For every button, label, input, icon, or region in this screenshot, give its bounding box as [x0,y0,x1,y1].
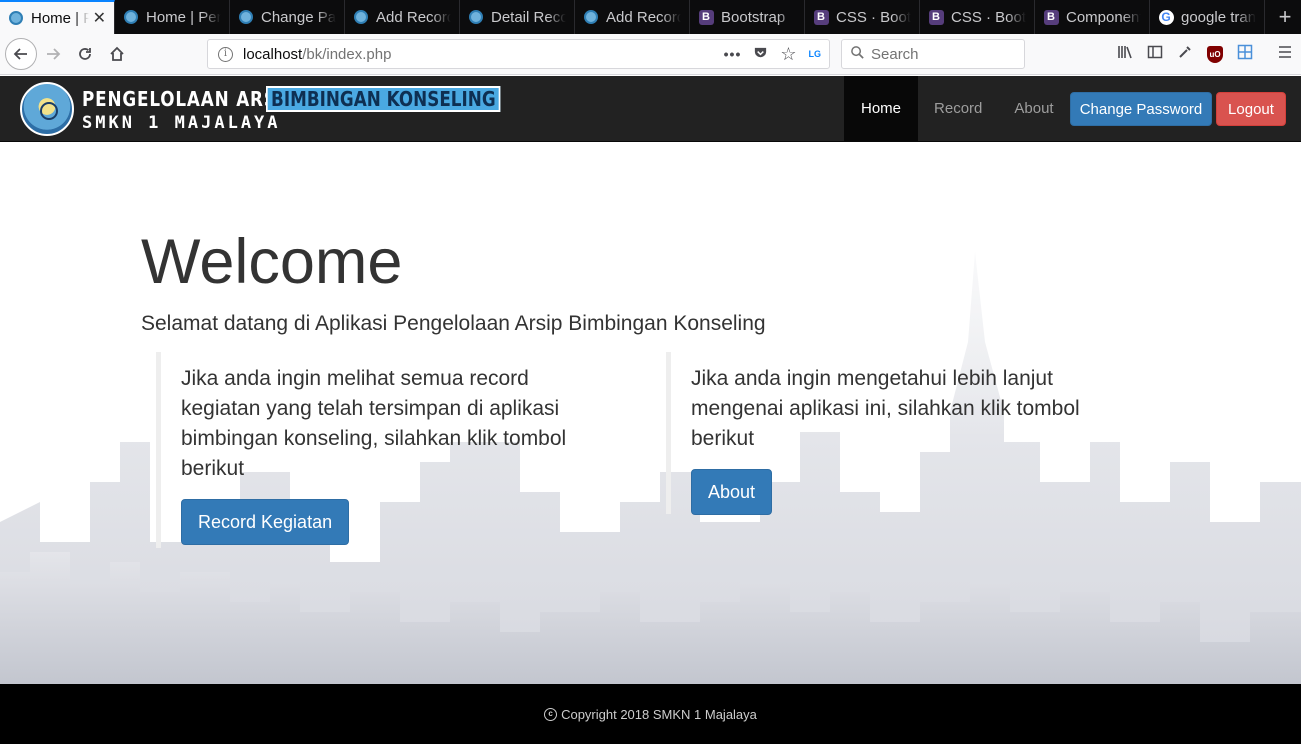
reload-icon[interactable] [70,40,100,68]
brand-highlight: BIMBINGAN KONSELING [266,85,501,112]
library-icon[interactable] [1117,44,1133,65]
footer: c Copyright 2018 SMKN 1 Majalaya [0,684,1301,744]
search-icon [850,45,865,64]
ublock-icon[interactable]: uO [1207,45,1223,63]
tab-label: Change Password [261,8,336,26]
browser-tab[interactable]: B Bootstrap [690,0,805,34]
url-bar[interactable]: i localhost/bk/index.php ••• ☆ LG [207,39,830,69]
tab-label: CSS · Bootstrap [951,8,1026,26]
tab-label: Home | Pengelolaan [31,9,89,27]
about-button[interactable]: About [691,469,773,515]
brand-school: SMKN 1 MAJALAYA [82,112,281,133]
browser-tab[interactable]: Add Record [575,0,690,34]
brand-title: PENGELOLAAN ARSIP [82,86,298,111]
nav-links: Home Record About [844,76,1070,141]
sidebar-icon[interactable] [1147,44,1163,65]
tab-label: google translate [1181,8,1256,26]
copyright-icon: c [544,707,558,721]
browser-tab[interactable]: B CSS · Bootstrap [805,0,920,34]
url-host: localhost [243,45,303,63]
bookmark-star-icon[interactable]: ☆ [780,44,796,65]
about-panel: Jika anda ingin mengetahui lebih lanjut … [666,352,1126,515]
tab-label: Home | Pengelolaan [146,8,221,26]
pocket-icon[interactable] [753,45,768,63]
eyedropper-icon[interactable] [1177,44,1193,65]
about-panel-text: Jika anda ingin mengetahui lebih lanjut … [691,367,1080,450]
main-content: Welcome Selamat datang di Aplikasi Penge… [0,142,1301,684]
bootstrap-icon: B [813,9,829,25]
tab-label: Bootstrap [721,8,786,26]
tab-label: Detail Record [491,8,566,26]
search-field[interactable]: Search [841,39,1025,69]
tab-label: Components [1066,8,1141,26]
logout-button[interactable]: Logout [1216,92,1286,126]
browser-tab[interactable]: Home | Pengelolaan [115,0,230,34]
bootstrap-icon: B [1043,9,1059,25]
nav-item-home[interactable]: Home [844,76,919,141]
seal-icon [123,9,139,25]
copyright-text: Copyright 2018 SMKN 1 Majalaya [561,706,757,722]
nav-item-about[interactable]: About [998,76,1069,141]
seal-icon [583,9,599,25]
browser-tab[interactable]: Home | Pengelolaan ✕ [0,0,115,34]
menu-icon[interactable] [1277,44,1293,65]
record-panel: Jika anda ingin melihat semua record keg… [156,352,616,548]
change-password-button[interactable]: Change Password [1070,92,1212,126]
nav-item-record[interactable]: Record [918,76,998,141]
grid-extension-icon[interactable] [1237,44,1253,65]
browser-tab[interactable]: Change Password [230,0,345,34]
forward-arrow-icon[interactable] [38,40,68,68]
seal-icon [8,10,24,26]
browser-tab[interactable]: G google translate [1150,0,1265,34]
record-kegiatan-button[interactable]: Record Kegiatan [181,499,350,545]
browser-toolbar: i localhost/bk/index.php ••• ☆ LG Search… [0,34,1301,75]
page-title: Welcome [141,227,403,297]
bootstrap-icon: B [698,9,714,25]
browser-tab[interactable]: Add Record [345,0,460,34]
brand-logo[interactable]: PENGELOLAAN ARSIP BIMBINGAN KONSELING SM… [20,81,545,137]
site-navbar: PENGELOLAAN ARSIP BIMBINGAN KONSELING SM… [0,76,1301,142]
browser-tab[interactable]: B CSS · Bootstrap [920,0,1035,34]
browser-tab[interactable]: Detail Record [460,0,575,34]
seal-icon [353,9,369,25]
home-icon[interactable] [102,40,132,68]
school-seal-icon [20,82,74,136]
new-tab-icon[interactable]: + [1269,0,1301,34]
bootstrap-icon: B [928,9,944,25]
language-icon[interactable]: LG [809,49,822,59]
record-panel-text: Jika anda ingin melihat semua record keg… [181,367,567,480]
close-icon[interactable]: ✕ [93,8,106,28]
seal-icon [468,9,484,25]
tab-label: Add Record [606,8,681,26]
url-path: /bk/index.php [302,45,392,63]
seal-icon [238,9,254,25]
info-icon[interactable]: i [218,46,233,62]
more-actions-icon[interactable]: ••• [724,46,742,62]
search-placeholder: Search [871,45,919,63]
browser-tab-bar: Home | Pengelolaan ✕ Home | Pengelolaan … [0,0,1301,34]
tab-label: Add Record [376,8,451,26]
tab-label: CSS · Bootstrap [836,8,911,26]
browser-tab[interactable]: B Components [1035,0,1150,34]
google-icon: G [1158,9,1174,25]
back-arrow-icon[interactable] [5,38,37,70]
page-subtitle: Selamat datang di Aplikasi Pengelolaan A… [141,312,766,335]
